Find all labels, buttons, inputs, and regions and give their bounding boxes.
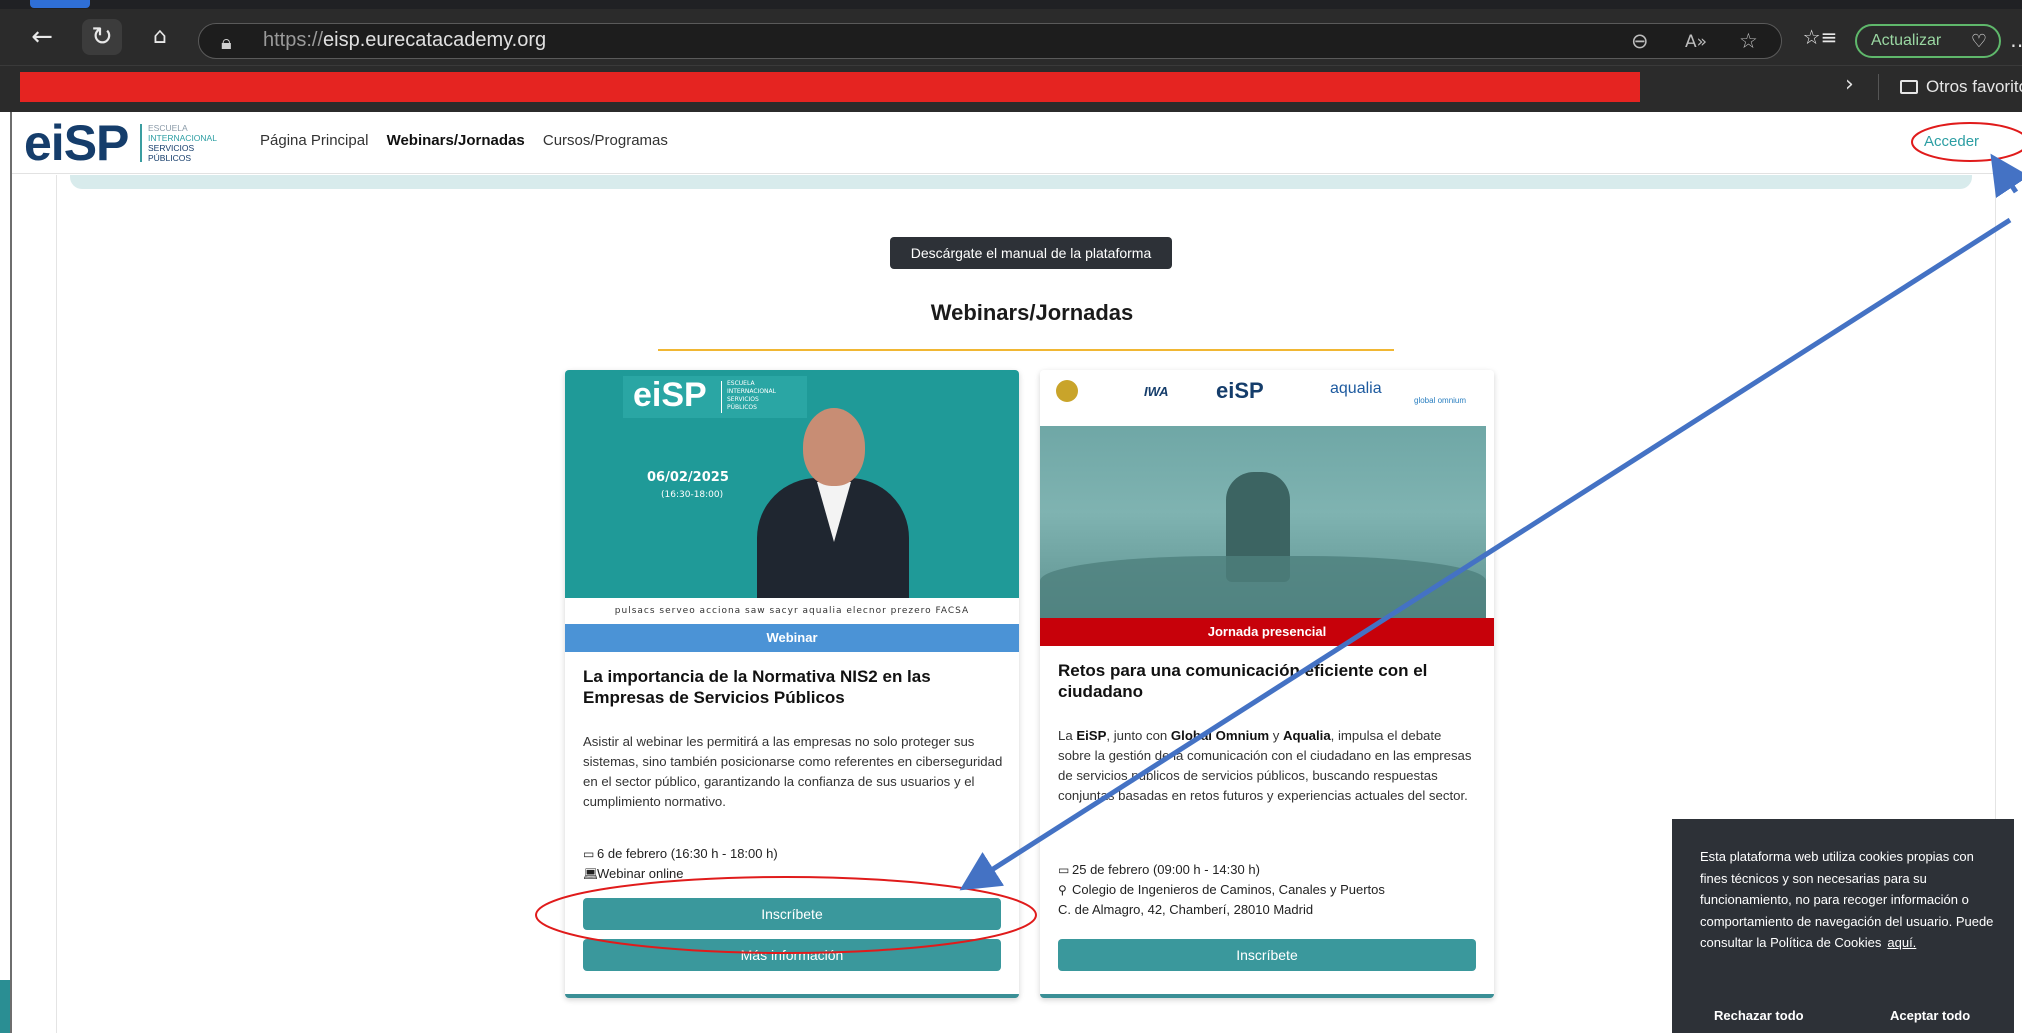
heart-pulse-icon: ♡ bbox=[1970, 31, 1987, 51]
event-title: La importancia de la Normativa NIS2 en l… bbox=[583, 667, 931, 707]
more-info-button[interactable]: Más información bbox=[583, 939, 1001, 971]
zoom-icon[interactable]: ⊖ bbox=[1631, 29, 1649, 53]
calendar-icon: ▭ bbox=[1058, 863, 1070, 877]
login-link[interactable]: Acceder bbox=[1924, 133, 1979, 150]
more-icon[interactable]: ⋯ bbox=[2010, 33, 2022, 57]
redacted-bookmarks bbox=[20, 72, 1640, 102]
image-date: 06/02/2025 bbox=[647, 470, 729, 485]
active-tab[interactable] bbox=[30, 0, 90, 8]
speaker-photo bbox=[753, 408, 913, 600]
nav-webinars[interactable]: Webinars/Jornadas bbox=[387, 132, 525, 149]
chevron-right-icon[interactable]: › bbox=[1845, 72, 1854, 97]
accept-all-button[interactable]: Aceptar todo bbox=[1890, 1008, 1970, 1023]
partner-logos: IWA eiSP aqualia global omnium bbox=[1040, 370, 1494, 422]
favorite-star-icon[interactable]: ☆ bbox=[1739, 29, 1758, 53]
browser-tab-strip bbox=[0, 0, 2022, 9]
event-description: Asistir al webinar les permitirá a las e… bbox=[583, 734, 1003, 809]
map-marker-icon: ⚲ bbox=[1058, 883, 1067, 897]
event-title: Retos para una comunicación eficiente co… bbox=[1058, 661, 1428, 701]
nav-courses[interactable]: Cursos/Programas bbox=[543, 132, 668, 149]
image-time: (16:30-18:00) bbox=[661, 490, 724, 500]
lock-icon: 🔒︎ bbox=[221, 30, 232, 54]
read-aloud-icon[interactable]: A» bbox=[1685, 32, 1707, 52]
main-nav: Página Principal Webinars/Jornadas Curso… bbox=[260, 132, 682, 149]
seal-logo bbox=[1056, 380, 1078, 402]
conference-photo bbox=[1040, 426, 1486, 618]
calendar-icon: ▭ bbox=[583, 847, 595, 861]
logo-mark: eiSP bbox=[24, 115, 129, 171]
event-description: La EiSP, junto con Global Omnium y Aqual… bbox=[1058, 728, 1472, 803]
sponsor-logos: pulsacs serveo acciona saw sacyr aqualia… bbox=[565, 598, 1019, 624]
home-icon[interactable]: ⌂ bbox=[140, 19, 180, 55]
nav-home[interactable]: Página Principal bbox=[260, 132, 368, 149]
cookie-text: Esta plataforma web utiliza cookies prop… bbox=[1700, 849, 1994, 950]
favorites-bar: › Otros favorito bbox=[0, 65, 2022, 112]
favorites-separator bbox=[1878, 74, 1879, 100]
logo-divider bbox=[140, 124, 142, 162]
section-divider bbox=[658, 349, 1394, 351]
logo-tagline: ESCUELA INTERNACIONAL SERVICIOS PÚBLICOS bbox=[148, 123, 217, 163]
favorites-icon[interactable]: ☆≡ bbox=[1800, 19, 1840, 55]
folder-icon bbox=[1900, 80, 1918, 94]
site-logo[interactable]: eiSP ESCUELA INTERNACIONAL SERVICIOS PÚB… bbox=[24, 115, 244, 171]
register-button[interactable]: Inscríbete bbox=[1058, 939, 1476, 971]
event-card-webinar: eiSP ESCUELA INTERNACIONAL SERVICIOS PÚBLIC… bbox=[565, 370, 1019, 998]
header-banner bbox=[70, 175, 1972, 189]
url-text[interactable]: https://eisp.eurecatacademy.org bbox=[263, 29, 546, 52]
browser-toolbar: ← ↻ ⌂ 🔒︎ https://eisp.eurecatacademy.org… bbox=[0, 9, 2022, 65]
event-meta: ▭ 25 de febrero (09:00 h - 14:30 h) ⚲ Cole… bbox=[1058, 862, 1385, 917]
download-manual-button[interactable]: Descárgate el manual de la plataforma bbox=[890, 237, 1172, 269]
refresh-icon[interactable]: ↻ bbox=[82, 19, 122, 55]
site-header: eiSP ESCUELA INTERNACIONAL SERVICIOS PÚB… bbox=[12, 112, 2022, 174]
event-card-presencial: IWA eiSP aqualia global omnium Jornada p… bbox=[1040, 370, 1494, 998]
event-meta: ▭ 6 de febrero (16:30 h - 18:00 h) 💻︎Webi… bbox=[583, 844, 1003, 884]
back-icon[interactable]: ← bbox=[22, 19, 62, 55]
event-type-ribbon: Webinar bbox=[565, 624, 1019, 652]
left-edge-strip bbox=[0, 980, 10, 1033]
cookie-policy-link[interactable]: aquí. bbox=[1887, 935, 1916, 950]
section-title: Webinars/Jornadas bbox=[930, 300, 1134, 325]
laptop-icon: 💻︎ bbox=[583, 867, 599, 881]
update-button[interactable]: Actualizar ♡ bbox=[1855, 24, 2001, 58]
other-favorites-folder[interactable]: Otros favorito bbox=[1900, 77, 2022, 97]
event-image: eiSP ESCUELA INTERNACIONAL SERVICIOS PÚBLIC… bbox=[565, 370, 1019, 600]
reject-all-button[interactable]: Rechazar todo bbox=[1714, 1008, 1804, 1023]
event-type-ribbon: Jornada presencial bbox=[1040, 618, 1494, 646]
event-image: IWA eiSP aqualia global omnium bbox=[1040, 370, 1494, 630]
cookie-banner: Esta plataforma web utiliza cookies prop… bbox=[1672, 819, 2014, 1033]
register-button[interactable]: Inscríbete bbox=[583, 898, 1001, 930]
logo-line bbox=[721, 381, 722, 413]
address-bar[interactable]: 🔒︎ https://eisp.eurecatacademy.org ⊖ A» … bbox=[198, 23, 1782, 59]
